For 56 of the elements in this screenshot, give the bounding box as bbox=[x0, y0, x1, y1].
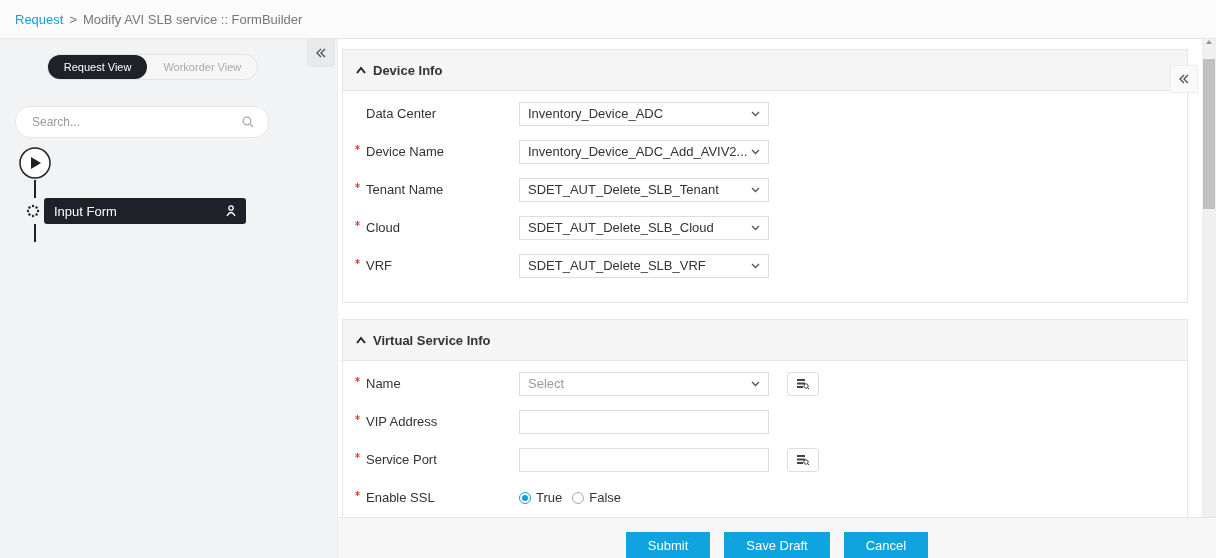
chevron-down-icon bbox=[751, 110, 760, 117]
dropdown[interactable]: SDET_AUT_Delete_SLB_VRF bbox=[519, 253, 769, 278]
spinner-icon bbox=[26, 204, 40, 218]
field-label: VIP Address bbox=[366, 414, 438, 429]
required-icon bbox=[355, 453, 360, 458]
list-search-icon bbox=[796, 453, 810, 466]
required-icon bbox=[355, 377, 360, 382]
required-icon bbox=[355, 145, 360, 150]
section-header[interactable]: Virtual Service Info bbox=[343, 320, 1187, 361]
input-field[interactable] bbox=[519, 447, 769, 472]
chevron-down-icon bbox=[751, 380, 760, 387]
required-icon bbox=[355, 415, 360, 420]
dropdown[interactable]: SDET_AUT_Delete_SLB_Cloud bbox=[519, 215, 769, 240]
scrollbar-thumb[interactable] bbox=[1203, 59, 1215, 209]
start-icon[interactable] bbox=[18, 146, 52, 180]
chevron-down-icon bbox=[751, 262, 760, 269]
section-title: Device Info bbox=[373, 62, 443, 78]
breadcrumb-current: Modify AVI SLB service :: FormBuilder bbox=[83, 11, 303, 27]
field-label: Service Port bbox=[366, 452, 437, 467]
lookup-button[interactable] bbox=[787, 371, 819, 396]
chevron-down-icon bbox=[751, 186, 760, 193]
view-tab[interactable]: Request View bbox=[47, 55, 148, 79]
dropdown[interactable]: Inventory_Device_ADC bbox=[519, 101, 769, 126]
collapse-icon[interactable] bbox=[315, 47, 327, 59]
expand-icon[interactable] bbox=[1178, 73, 1190, 85]
section-header[interactable]: Device Info bbox=[343, 50, 1187, 91]
field-label: Enable SSL bbox=[366, 490, 435, 505]
field-label: Data Center bbox=[366, 106, 437, 121]
chevron-icon[interactable] bbox=[355, 65, 367, 75]
field-label: Cloud bbox=[366, 220, 400, 235]
user-icon bbox=[226, 205, 236, 217]
section-title: Virtual Service Info bbox=[373, 332, 491, 348]
chevron-down-icon bbox=[751, 148, 760, 155]
chevron-icon[interactable] bbox=[355, 335, 367, 345]
required-icon bbox=[355, 491, 360, 496]
dropdown[interactable]: SDET_AUT_Delete_SLB_Tenant bbox=[519, 177, 769, 202]
lookup-button[interactable] bbox=[787, 447, 819, 472]
field-label: VRF bbox=[366, 258, 392, 273]
radio-button[interactable] bbox=[572, 491, 585, 504]
chevron-down-icon bbox=[751, 224, 760, 231]
search-field[interactable]: Search... bbox=[15, 106, 269, 138]
radio-label: True bbox=[536, 490, 563, 505]
required-icon bbox=[355, 221, 360, 226]
required-icon bbox=[355, 259, 360, 264]
list-search-icon bbox=[796, 377, 810, 390]
breadcrumb-separator: > bbox=[69, 11, 77, 27]
flow-step[interactable]: Input Form bbox=[44, 198, 246, 224]
radio-button[interactable] bbox=[519, 491, 531, 504]
field-label: Tenant Name bbox=[366, 182, 444, 197]
search-input[interactable]: Search... bbox=[30, 114, 214, 130]
input-field[interactable] bbox=[519, 409, 769, 434]
required-icon bbox=[355, 183, 360, 188]
radio-label: False bbox=[589, 490, 622, 505]
field-label: Name bbox=[366, 376, 401, 391]
field-label: Device Name bbox=[366, 144, 445, 159]
dropdown[interactable]: Inventory_Device_ADC_Add_AVIV2... bbox=[519, 139, 769, 164]
